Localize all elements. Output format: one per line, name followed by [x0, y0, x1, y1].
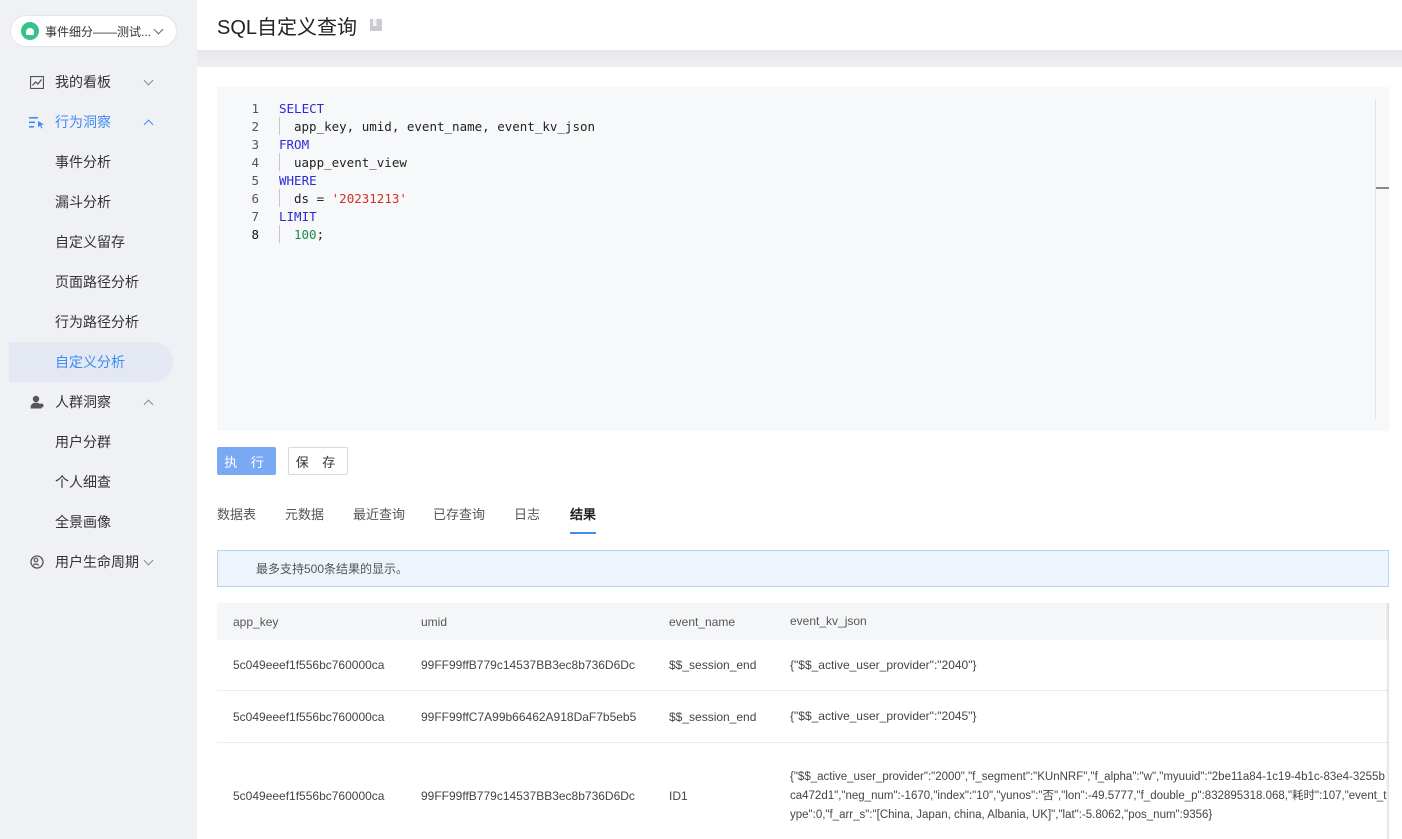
cell-umid: 99FF99ffC7A99b66462A918DaF7b5eb5: [421, 709, 637, 724]
scrollbar-thumb[interactable]: [1376, 187, 1389, 189]
sidebar-group-label: 行为洞察: [55, 114, 111, 130]
tab-metadata[interactable]: 元数据: [285, 504, 324, 534]
tab-saved-queries[interactable]: 已存查询: [433, 504, 485, 534]
result-limit-notice: 最多支持500条结果的显示。: [217, 550, 1389, 587]
sidebar-item-user-detail[interactable]: 个人细查: [9, 462, 173, 502]
app-selector[interactable]: 事件细分——测试...: [10, 15, 177, 47]
line-number: 2: [251, 119, 259, 134]
line-number: 1: [251, 101, 259, 116]
cell-event-kv-json: {"$$_active_user_provider":"2040"}: [790, 657, 977, 672]
code-string: '20231213': [331, 191, 407, 206]
sidebar-group-behavior[interactable]: 行为洞察: [0, 102, 197, 142]
sidebar-item-panorama[interactable]: 全景画像: [9, 502, 173, 542]
line-number: 4: [251, 155, 259, 170]
sql-editor[interactable]: 1 2 3 4 5 6 7 8 SELECT app_key, umid, ev…: [217, 87, 1389, 431]
cell-umid: 99FF99ffB779c14537BB3ec8b736D6Dc: [421, 658, 635, 672]
table-row: 5c049eeef1f556bc760000ca 99FF99ffC7A99b6…: [217, 691, 1389, 743]
cell-event-name: $$_session_end: [669, 709, 757, 724]
code-line: SELECT: [279, 101, 325, 116]
sidebar-group-label: 人群洞察: [55, 394, 111, 410]
code-text: ds =: [294, 191, 332, 206]
cell-event-kv-json: {"$$_active_user_provider":"2045"}: [790, 709, 977, 723]
chevron-down-icon: [143, 75, 154, 85]
cell-event-name: ID1: [669, 789, 688, 803]
column-header-umid: umid: [421, 614, 448, 629]
table-row: 5c049eeef1f556bc760000ca 99FF99ffB779c14…: [217, 640, 1389, 691]
code-number: 100: [294, 227, 317, 242]
table-scroll-shadow: [1386, 603, 1389, 839]
line-number: 3: [251, 137, 259, 152]
code-line: 100;: [279, 225, 325, 243]
line-number: 7: [251, 209, 259, 224]
code-line: WHERE: [279, 173, 317, 188]
bookmark-icon[interactable]: [369, 18, 383, 32]
chevron-up-icon: [143, 399, 154, 409]
chevron-down-icon: [143, 555, 154, 565]
sidebar-item-custom-retention[interactable]: 自定义留存: [9, 222, 173, 262]
cell-app-key: 5c049eeef1f556bc760000ca: [233, 658, 385, 672]
column-header-event-kv-json: event_kv_json: [790, 614, 867, 628]
line-number: 5: [251, 173, 259, 188]
chart-icon: [29, 75, 45, 89]
sidebar-item-funnel-analysis[interactable]: 漏斗分析: [9, 182, 173, 222]
code-line: ds = '20231213': [279, 189, 407, 207]
tab-logs[interactable]: 日志: [514, 504, 540, 534]
page-title: SQL自定义查询: [217, 16, 358, 39]
chevron-up-icon: [143, 119, 154, 129]
cell-umid: 99FF99ffB779c14537BB3ec8b736D6Dc: [421, 789, 635, 803]
code-line: LIMIT: [279, 209, 317, 224]
tab-data-tables[interactable]: 数据表: [217, 504, 256, 534]
cell-event-name: $$_session_end: [669, 658, 757, 672]
code-line: uapp_event_view: [279, 153, 407, 171]
sidebar-group-dashboard[interactable]: 我的看板: [0, 62, 197, 102]
sidebar: 事件细分——测试... 我的看板 行为洞察 事件分析 漏斗分析 自定义留存 页面…: [0, 0, 197, 839]
results-table: app_key umid event_name event_kv_json 5c…: [217, 603, 1389, 839]
sidebar-group-lifecycle[interactable]: 用户生命周期: [0, 542, 197, 582]
table-row: 5c049eeef1f556bc760000ca 99FF99ffB779c14…: [217, 743, 1389, 839]
table-header: app_key umid event_name event_kv_json: [217, 603, 1389, 640]
sidebar-group-audience[interactable]: 人群洞察: [0, 382, 197, 422]
sidebar-item-event-analysis[interactable]: 事件分析: [9, 142, 173, 182]
sidebar-group-label: 我的看板: [55, 74, 111, 90]
tab-recent-queries[interactable]: 最近查询: [353, 504, 405, 534]
column-header-event-name: event_name: [669, 614, 736, 629]
sidebar-item-user-segments[interactable]: 用户分群: [9, 422, 173, 462]
save-button[interactable]: 保 存: [288, 447, 348, 475]
cell-event-kv-json: {"$$_active_user_provider":"2000","f_seg…: [790, 770, 1387, 821]
code-line: FROM: [279, 137, 310, 152]
cell-app-key: 5c049eeef1f556bc760000ca: [233, 789, 385, 803]
chevron-down-icon: [153, 24, 164, 34]
code-line: app_key, umid, event_name, event_kv_json: [279, 117, 596, 135]
lifecycle-icon: [29, 555, 45, 569]
notice-text: 最多支持500条结果的显示。: [256, 562, 409, 576]
tab-results[interactable]: 结果: [570, 504, 597, 534]
code-text: app_key, umid, event_name, event_kv_json: [294, 119, 596, 134]
sidebar-group-label: 用户生命周期: [55, 554, 139, 570]
editor-scrollbar[interactable]: [1375, 99, 1389, 419]
sidebar-item-behavior-path[interactable]: 行为路径分析: [9, 302, 173, 342]
sidebar-item-page-path[interactable]: 页面路径分析: [9, 262, 173, 302]
user-icon: [29, 395, 45, 409]
page-header: SQL自定义查询: [197, 0, 1402, 50]
line-number: 8: [251, 227, 259, 242]
code-text: ;: [316, 227, 325, 242]
behavior-icon: [29, 115, 45, 129]
sidebar-item-custom-analysis[interactable]: 自定义分析: [9, 342, 173, 382]
android-icon: [21, 22, 39, 40]
column-header-app-key: app_key: [233, 614, 279, 629]
app-selector-label: 事件细分——测试...: [45, 24, 152, 39]
code-text: uapp_event_view: [294, 155, 407, 170]
run-button[interactable]: 执 行: [217, 447, 276, 475]
cell-app-key: 5c049eeef1f556bc760000ca: [233, 709, 385, 724]
line-number: 6: [251, 191, 259, 206]
header-divider: [197, 50, 1402, 67]
